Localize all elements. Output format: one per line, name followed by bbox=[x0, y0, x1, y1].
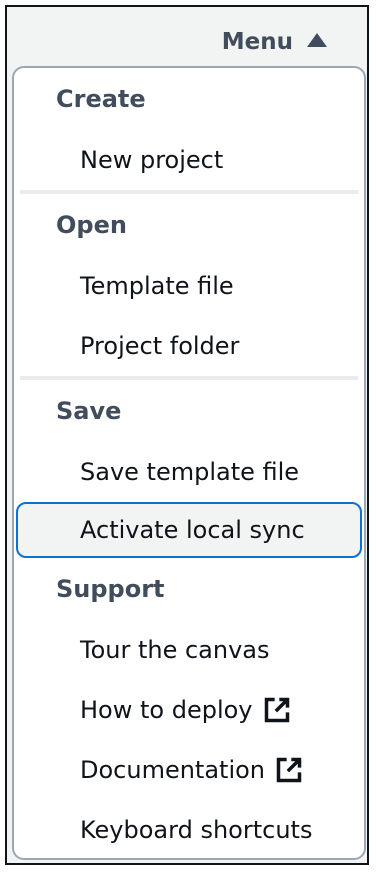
menu-dropdown: Create New project Open Template file Pr… bbox=[12, 66, 366, 860]
group-header-create: Create bbox=[56, 85, 146, 113]
group-open: Open Template file Project folder bbox=[14, 194, 364, 376]
external-link-icon bbox=[264, 697, 289, 723]
external-link-icon bbox=[276, 757, 302, 783]
menu-item-save-template-file[interactable]: Save template file bbox=[14, 442, 364, 502]
menu-item-activate-local-sync[interactable]: Activate local sync bbox=[16, 502, 362, 558]
menu-item-tour-the-canvas[interactable]: Tour the canvas bbox=[14, 620, 364, 680]
group-create: Create New project bbox=[14, 68, 364, 190]
menu-button-label: Menu bbox=[221, 29, 293, 55]
menu-item-template-file[interactable]: Template file bbox=[14, 256, 364, 316]
menu-button[interactable]: Menu bbox=[222, 29, 327, 55]
group-header-open: Open bbox=[56, 211, 127, 239]
group-header-support: Support bbox=[56, 575, 165, 603]
menu-item-keyboard-shortcuts[interactable]: Keyboard shortcuts bbox=[14, 800, 364, 858]
menu-item-new-project[interactable]: New project bbox=[14, 130, 364, 190]
menu-item-how-to-deploy[interactable]: How to deploy bbox=[14, 680, 364, 740]
group-save: Save Save template file Activate local s… bbox=[14, 380, 364, 558]
menu-item-project-folder[interactable]: Project folder bbox=[14, 316, 364, 376]
group-support: Support Tour the canvas How to deploy Do… bbox=[14, 558, 364, 858]
group-header-save: Save bbox=[56, 397, 122, 425]
caret-up-icon bbox=[307, 33, 327, 47]
menu-item-documentation[interactable]: Documentation bbox=[14, 740, 364, 800]
